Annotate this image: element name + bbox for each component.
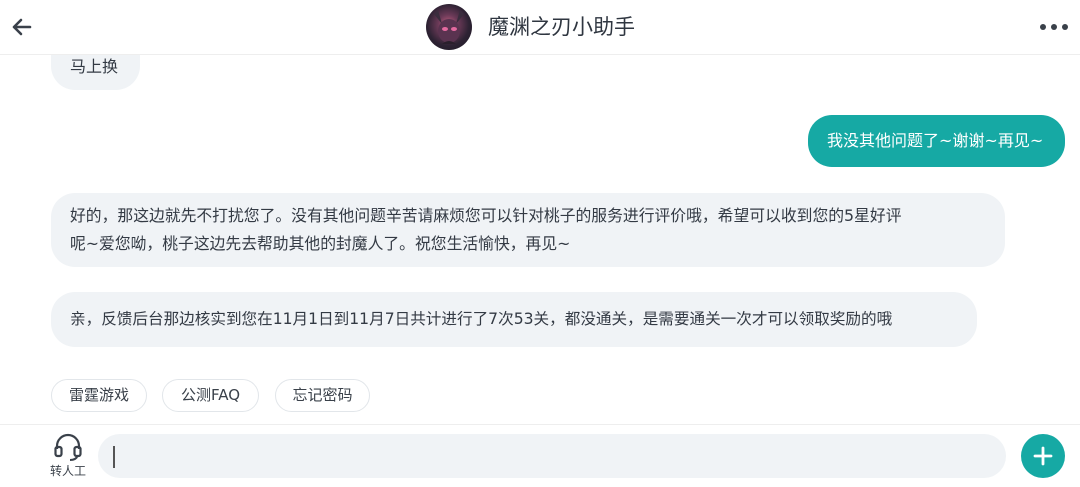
quick-reply-leiting-games[interactable]: 雷霆游戏 <box>51 379 147 412</box>
text-caret <box>113 446 115 468</box>
more-dots-icon <box>1040 24 1068 30</box>
back-button[interactable] <box>8 12 38 42</box>
plus-icon <box>1033 446 1053 466</box>
input-bar: 转人工 <box>0 424 1080 487</box>
message-text: 亲，反馈后台那边核实到您在11月1日到11月7日共计进行了7次53关，都没通关，… <box>70 310 893 328</box>
message-bubble-outgoing: 我没其他问题了~谢谢~再见~ <box>808 115 1065 167</box>
page-title: 魔渊之刃小助手 <box>488 15 635 39</box>
transfer-to-agent-button[interactable]: 转人工 <box>44 433 92 481</box>
message-text-line: 呢~爱您呦，桃子这边先去帮助其他的封魔人了。祝您生活愉快，再见~ <box>70 234 571 253</box>
message-bubble-incoming: 亲，反馈后台那边核实到您在11月1日到11月7日共计进行了7次53关，都没通关，… <box>51 292 977 347</box>
quick-reply-beta-faq[interactable]: 公测FAQ <box>162 379 259 412</box>
transfer-to-agent-label: 转人工 <box>49 464 86 478</box>
message-bubble-incoming: 好的，那这边就先不打扰您了。没有其他问题辛苦请麻烦您可以针对桃子的服务进行评价哦… <box>51 193 1005 267</box>
more-button[interactable] <box>1036 16 1072 38</box>
quick-reply-forgot-password[interactable]: 忘记密码 <box>275 379 370 412</box>
message-text: 马上换 <box>70 57 119 76</box>
assistant-avatar <box>426 4 472 50</box>
add-button[interactable] <box>1021 434 1065 478</box>
message-text: 我没其他问题了~谢谢~再见~ <box>827 131 1044 150</box>
message-text-line: 好的，那这边就先不打扰您了。没有其他问题辛苦请麻烦您可以针对桃子的服务进行评价哦… <box>70 206 902 225</box>
headset-icon <box>54 433 82 461</box>
arrow-left-icon <box>12 18 32 36</box>
message-input[interactable] <box>98 434 1006 478</box>
message-bubble-incoming: 马上换 <box>51 55 140 90</box>
chat-header: 魔渊之刃小助手 <box>0 0 1080 55</box>
chat-area[interactable]: 马上换 我没其他问题了~谢谢~再见~ 好的，那这边就先不打扰您了。没有其他问题辛… <box>0 55 1080 423</box>
